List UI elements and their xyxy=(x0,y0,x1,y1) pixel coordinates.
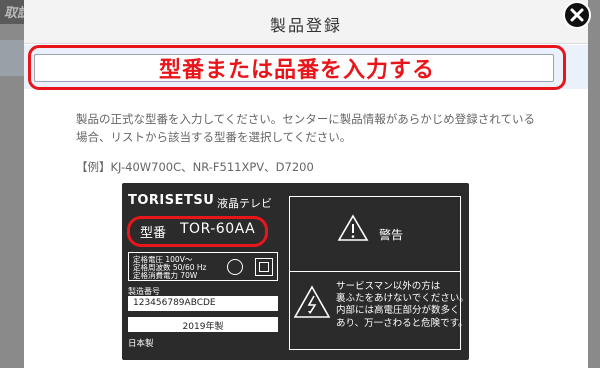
close-button[interactable] xyxy=(563,1,591,29)
serial-value: 123456789ABCDE xyxy=(133,298,216,308)
warning-title: 警告 xyxy=(379,228,404,242)
modal-title: 製品登録 xyxy=(269,16,342,35)
double-insulation-circle-icon xyxy=(227,259,243,275)
plate-brand: TORISETSU xyxy=(128,193,215,208)
example-text: 【例】KJ-40W700C、NR-F511XPV、D7200 xyxy=(76,160,314,174)
input-callout: 型番または品番を入力する xyxy=(158,58,435,83)
double-insulation-square-inner xyxy=(259,262,269,272)
warning-line: 内部には高電圧部分が数多く xyxy=(336,305,460,317)
background-strip xyxy=(0,40,24,76)
plate-product-type: 液晶テレビ xyxy=(217,197,272,210)
electric-shock-icon xyxy=(293,285,331,318)
page-scrollbar[interactable] xyxy=(588,30,600,368)
warning-text: サービスマン以外の方は 裏ふたをあけないでください。 内部には高電圧部分が数多く… xyxy=(336,281,469,330)
warning-line: サービスマン以外の方は xyxy=(336,281,441,292)
modal-header: 製品登録 xyxy=(24,0,588,44)
instruction-text: 製品の正式な型番を入力してください。センターに製品情報があらかじめ登録されている… xyxy=(76,112,535,144)
warning-divider xyxy=(289,271,461,272)
plate-model-value: TOR-60AA xyxy=(180,221,256,237)
warning-line: 裏ふたをあけないでください。 xyxy=(336,293,469,305)
manufacture-year: 2019年製 xyxy=(182,322,224,332)
spec-line-power: 定格消費電力 70W xyxy=(133,271,198,280)
country-of-origin: 日本製 xyxy=(128,339,154,349)
plate-model-label: 型番 xyxy=(140,226,167,241)
warning-line: あり、万一さわると危険です。 xyxy=(336,317,468,329)
warning-triangle-icon xyxy=(337,214,369,241)
close-icon xyxy=(570,8,584,22)
